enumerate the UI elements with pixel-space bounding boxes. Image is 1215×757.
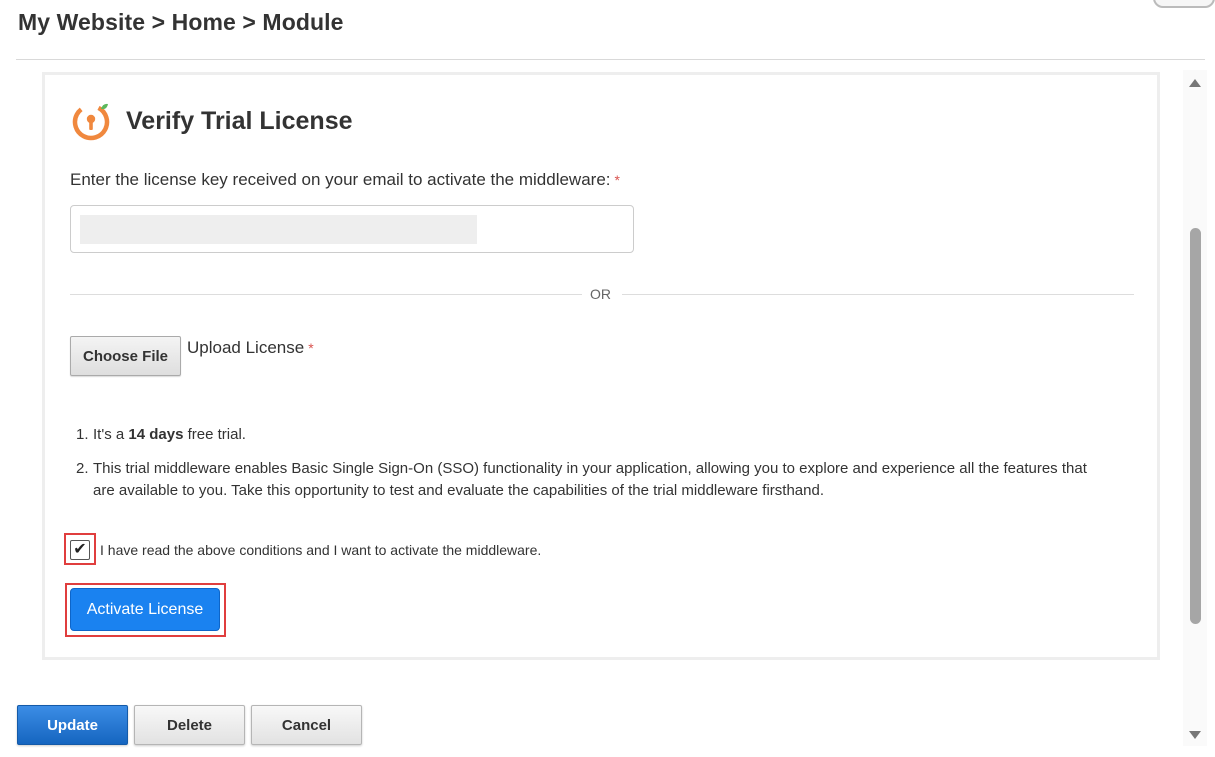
- license-key-icon: [72, 103, 110, 141]
- license-key-label-text: Enter the license key received on your e…: [70, 170, 611, 189]
- list-item-number: 2.: [76, 460, 89, 477]
- upload-license-label: Upload License *: [187, 338, 314, 358]
- trial-duration: 14 days: [128, 426, 184, 443]
- license-key-value: [80, 215, 477, 244]
- panel-title: Verify Trial License: [126, 107, 353, 135]
- update-button[interactable]: Update: [17, 705, 128, 745]
- list-item-text: It's a: [93, 426, 129, 443]
- upload-license-label-text: Upload License: [187, 338, 305, 357]
- list-item: 2. This trial middleware enables Basic S…: [76, 458, 1096, 502]
- list-item-number: 1.: [76, 426, 89, 443]
- cancel-button[interactable]: Cancel: [251, 705, 362, 745]
- corner-widget[interactable]: [1153, 0, 1215, 8]
- required-mark: *: [614, 172, 620, 188]
- license-panel: [42, 72, 1160, 660]
- scroll-up-arrow-icon[interactable]: [1189, 79, 1201, 87]
- scrollbar-thumb[interactable]: [1190, 228, 1201, 624]
- module-scroll-frame: [16, 60, 1205, 670]
- scroll-down-arrow-icon[interactable]: [1189, 731, 1201, 739]
- divider-left: [70, 294, 582, 295]
- activate-license-button[interactable]: Activate License: [70, 588, 220, 631]
- accept-conditions-checkbox[interactable]: ✔: [70, 540, 90, 560]
- delete-button[interactable]: Delete: [134, 705, 245, 745]
- list-item: 1. It's a 14 days free trial.: [76, 424, 1096, 446]
- divider-right: [622, 294, 1134, 295]
- list-item-text: This trial middleware enables Basic Sing…: [93, 460, 1087, 499]
- choose-file-button[interactable]: Choose File: [70, 336, 181, 376]
- page-title: My Website > Home > Module: [18, 9, 344, 35]
- accept-conditions-label[interactable]: I have read the above conditions and I w…: [100, 542, 541, 558]
- required-mark: *: [308, 340, 314, 356]
- list-item-text: free trial.: [183, 426, 246, 443]
- license-key-label: Enter the license key received on your e…: [70, 170, 620, 190]
- trial-terms-list: 1. It's a 14 days free trial. 2. This tr…: [76, 424, 1096, 514]
- license-key-input[interactable]: [70, 205, 634, 253]
- or-divider-text: OR: [590, 286, 611, 302]
